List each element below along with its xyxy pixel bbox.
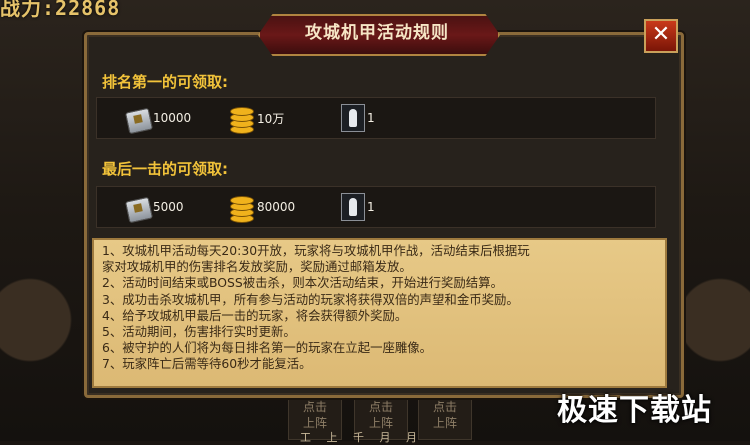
token-tag-icon <box>124 104 154 135</box>
gold-coins-icon <box>227 103 255 134</box>
deploy-button-3[interactable]: 点击 上阵 <box>418 398 472 440</box>
rule-line: 7、玩家阵亡后需等待60秒才能复活。 <box>102 356 312 372</box>
dialog-title: 攻城机甲活动规则 <box>305 23 449 43</box>
rule-line: 2、活动时间结束或BOSS被击杀，则本次活动结束，开始进行奖励结算。 <box>102 275 503 291</box>
reward-value: 10000 <box>153 111 192 125</box>
statue-icon <box>341 104 365 132</box>
reward-item: 80000 <box>227 187 295 227</box>
rule-line: 3、成功击杀攻城机甲，所有参与活动的玩家将获得双倍的声望和金币奖励。 <box>102 291 519 307</box>
deploy-button-label-top: 点击 <box>432 400 457 414</box>
reward-value: 5000 <box>153 200 184 214</box>
close-icon: ✕ <box>651 22 671 47</box>
reward-value: 1 <box>367 111 375 125</box>
statue-icon <box>341 193 365 221</box>
rules-text-box[interactable]: 1、攻城机甲活动每天20:30开放，玩家将与攻城机甲作战，活动结束后根据玩 家对… <box>92 238 667 388</box>
deploy-button-label-top: 点击 <box>302 400 327 414</box>
reward-item: 1 <box>341 187 375 227</box>
bottom-strip-text: 工 上 千 月 月 <box>300 431 423 444</box>
reward-value: 80000 <box>257 200 296 214</box>
reward-item: 10万 <box>227 98 284 138</box>
rule-line: 6、被守护的人们将为每日排名第一的玩家在立起一座雕像。 <box>102 340 433 356</box>
deploy-button-label-top: 点击 <box>368 400 393 414</box>
reward-value: 1 <box>367 200 375 214</box>
last-hit-heading: 最后一击的可领取: <box>102 160 228 178</box>
first-place-rewards: 10000 10万 1 <box>96 97 656 139</box>
close-button[interactable]: ✕ <box>644 19 678 53</box>
rule-line: 4、给予攻城机甲最后一击的玩家，将会获得额外奖励。 <box>102 307 408 323</box>
rule-line: 5、活动期间，伤害排行实时更新。 <box>102 324 296 340</box>
reward-item: 5000 <box>124 187 184 227</box>
first-place-heading: 排名第一的可领取: <box>102 73 228 91</box>
rule-line: 1、攻城机甲活动每天20:30开放，玩家将与攻城机甲作战，活动结束后根据玩 <box>102 243 530 258</box>
gold-coins-icon <box>227 192 255 223</box>
reward-item: 10000 <box>124 98 192 138</box>
token-tag-icon <box>124 193 154 224</box>
reward-item: 1 <box>341 98 375 138</box>
deploy-button-label-bottom: 上阵 <box>432 416 457 430</box>
rule-line: 家对攻城机甲的伤害排名发放奖励，奖励通过邮箱发放。 <box>102 259 412 275</box>
reward-value: 10万 <box>257 111 285 126</box>
site-watermark: 极速下载站 <box>557 393 712 428</box>
last-hit-rewards: 5000 80000 1 <box>96 186 656 228</box>
combat-power-display: 战力:22868 <box>0 0 121 20</box>
